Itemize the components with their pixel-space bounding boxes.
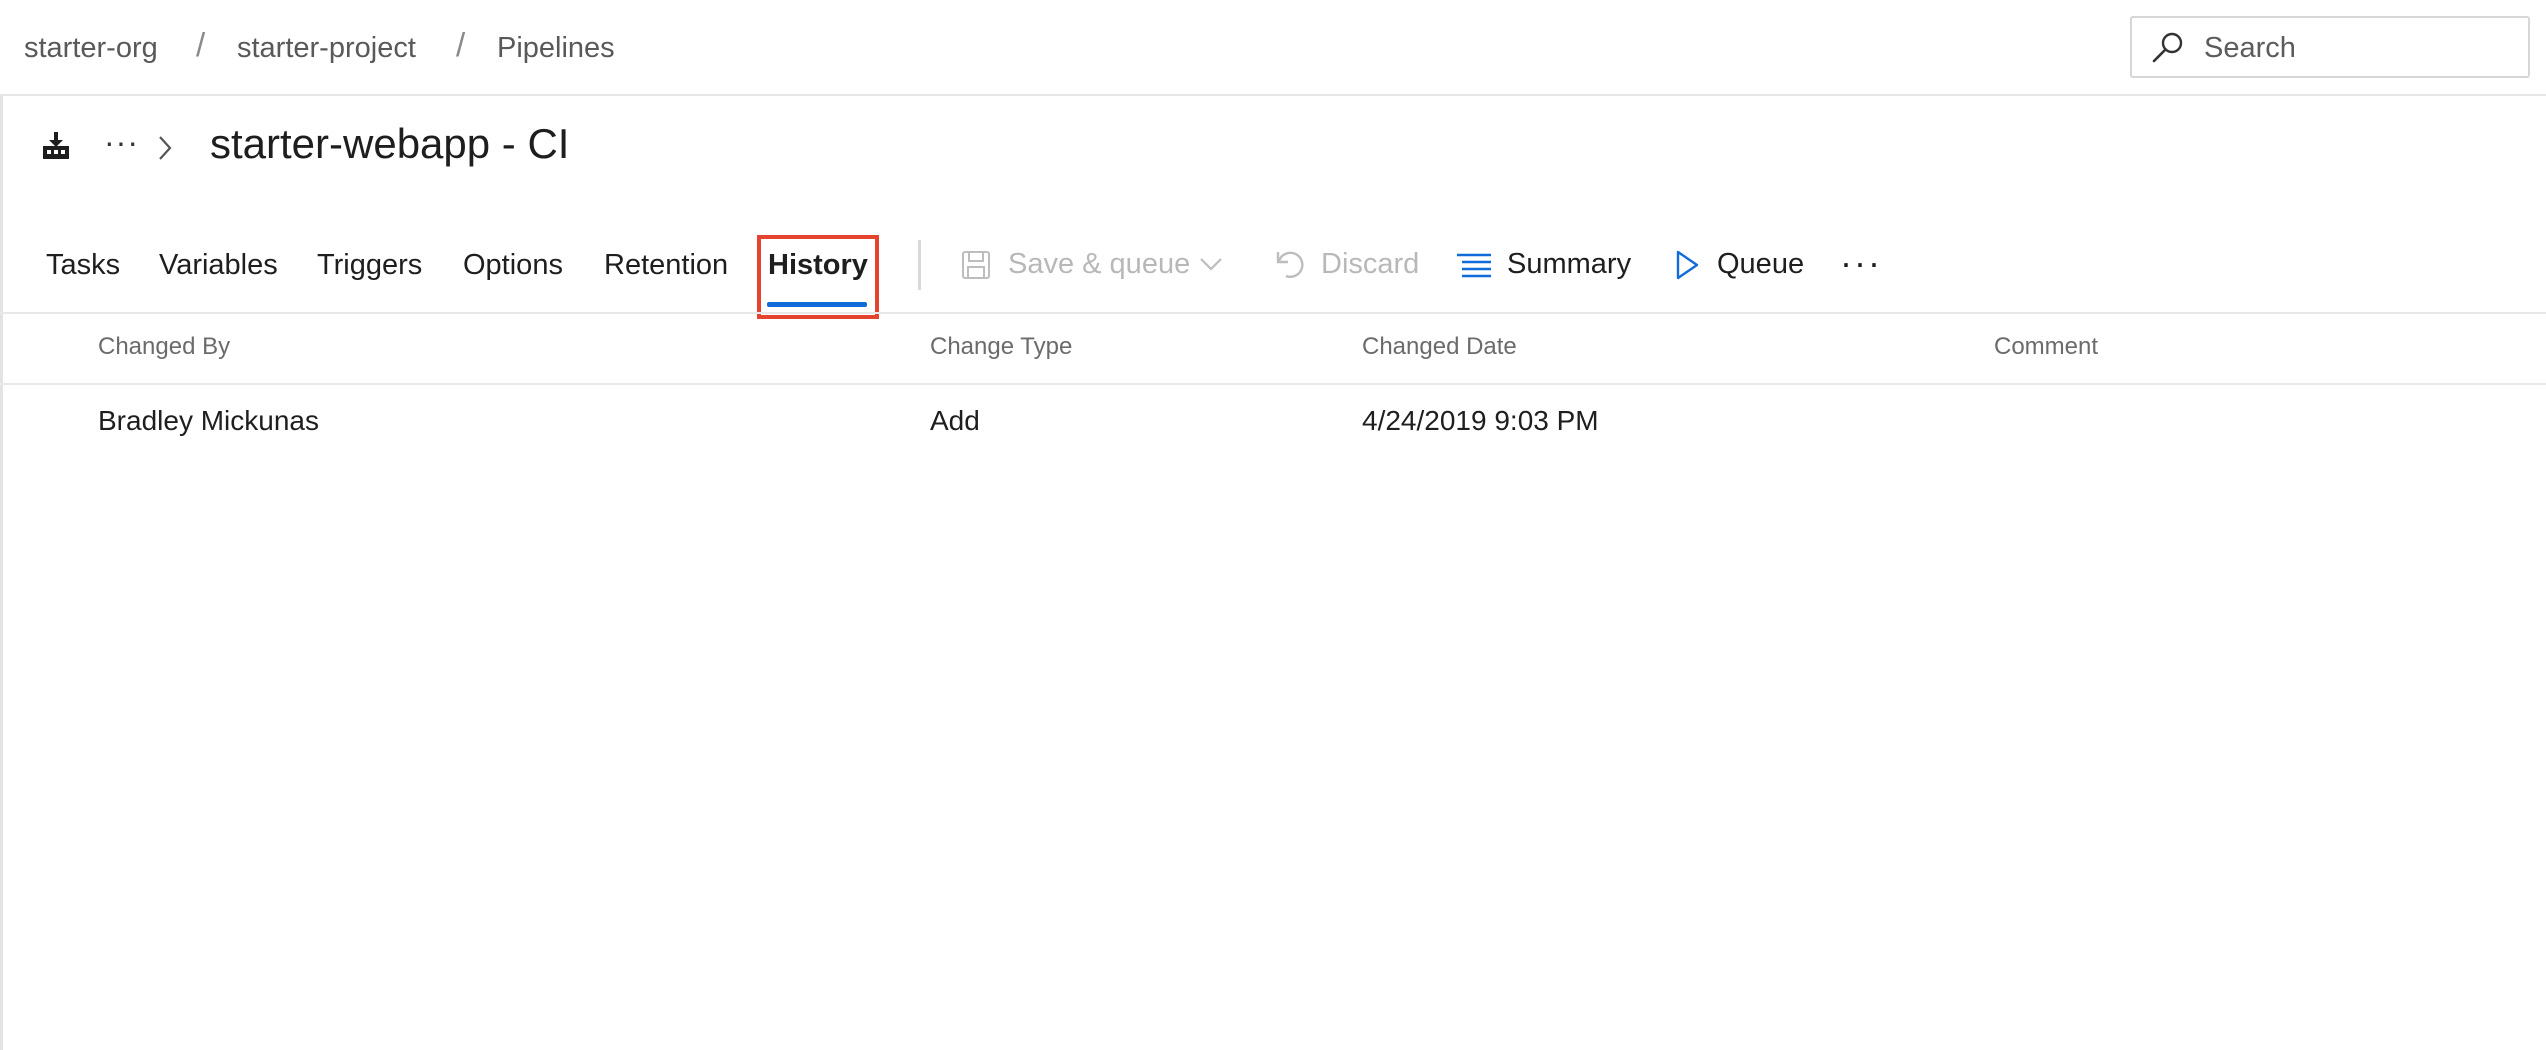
save-icon (962, 251, 990, 279)
table-header-rule (0, 383, 2546, 385)
breadcrumb-separator: / (196, 26, 206, 63)
search-input[interactable] (2202, 24, 2516, 72)
breadcrumb-separator: / (456, 26, 466, 63)
toolbar-more-button[interactable]: ··· (1840, 242, 1882, 284)
search-icon (2152, 32, 2183, 63)
cell-changed-date: 4/24/2019 9:03 PM (1362, 405, 1599, 436)
play-icon (1676, 250, 1699, 280)
top-bar: starter-org / starter-project / Pipeline… (0, 0, 2546, 96)
more-actions-button[interactable]: ··· (104, 124, 139, 161)
search-box[interactable] (2130, 16, 2530, 78)
toolbar-divider (918, 240, 921, 290)
cell-change-type: Add (930, 405, 980, 436)
tab-retention[interactable]: Retention (604, 249, 728, 282)
column-header-change-type[interactable]: Change Type (930, 333, 1072, 361)
chevron-right-icon (159, 136, 172, 160)
save-and-queue-button[interactable]: Save & queue (1008, 248, 1190, 281)
tab-tasks[interactable]: Tasks (46, 249, 120, 282)
queue-button[interactable]: Queue (1717, 248, 1804, 281)
breadcrumb-org[interactable]: starter-org (24, 32, 158, 65)
page-title: starter-webapp - CI (210, 120, 570, 167)
summary-button[interactable]: Summary (1507, 248, 1631, 281)
breadcrumb-pipelines[interactable]: Pipelines (497, 32, 615, 65)
cell-changed-by: Bradley Mickunas (98, 405, 319, 436)
tab-variables[interactable]: Variables (159, 249, 278, 282)
discard-button[interactable]: Discard (1321, 248, 1419, 281)
tab-triggers[interactable]: Triggers (317, 249, 422, 282)
column-header-changed-by[interactable]: Changed By (98, 333, 230, 361)
highlight-box (757, 235, 879, 319)
undo-icon (1276, 251, 1304, 278)
breadcrumb-project[interactable]: starter-project (237, 32, 416, 65)
table-top-rule (0, 312, 2546, 314)
chevron-down-icon[interactable] (1198, 255, 1224, 273)
pipeline-icon (43, 132, 69, 159)
pane-border (0, 96, 3, 1050)
column-header-comment[interactable]: Comment (1994, 333, 2098, 361)
column-header-changed-date[interactable]: Changed Date (1362, 333, 1517, 361)
list-icon (1457, 253, 1491, 278)
tab-options[interactable]: Options (463, 249, 563, 282)
